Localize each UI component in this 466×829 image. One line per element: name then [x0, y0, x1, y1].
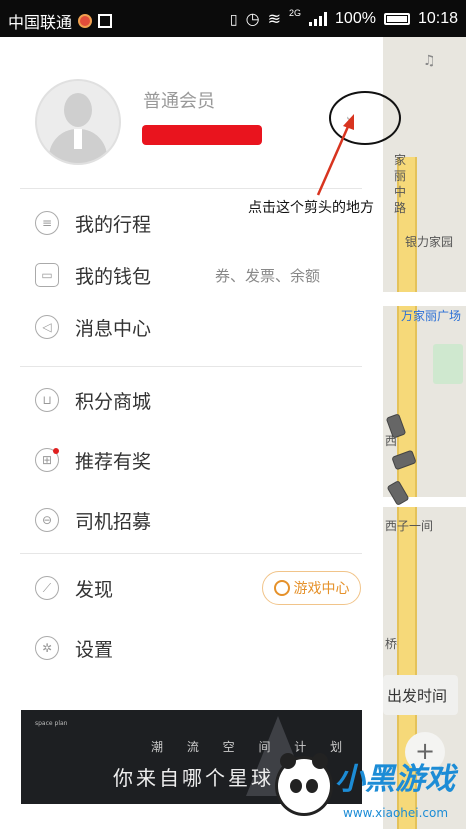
battery-icon [383, 13, 410, 25]
map-background[interactable]: ♫ 家丽中路 银力家园 万家丽广场 西 西子一间 桥 出发时间 + [383, 37, 466, 829]
wallet-extra: 券、发票、余额 [215, 266, 321, 285]
banner-title: 你来自哪个星球 [113, 766, 274, 790]
network-type: 2G [289, 8, 302, 18]
menu-item-label: 消息中心 [75, 317, 152, 340]
poi-label: 桥 [385, 637, 398, 651]
carrier-name: 中国联通 [8, 15, 73, 32]
poi-label: 万家丽广场 [401, 309, 462, 323]
menu-item-label: 推荐有奖 [75, 450, 152, 473]
poi-label: 银力家园 [405, 235, 454, 249]
notification-bell-icon[interactable]: ♫ [423, 53, 436, 69]
park-area [433, 344, 463, 384]
divider [20, 366, 362, 367]
road [383, 292, 466, 306]
redacted-username [142, 125, 262, 145]
menu-item-label: 发现 [75, 578, 114, 601]
status-bar: 中国联通 ▯ ◷ ≋ 2G 100% 10:18 [0, 0, 466, 37]
menu-item-points-mall[interactable]: ⊔ 积分商城 [20, 378, 362, 422]
clock-time: 10:18 [417, 10, 458, 27]
megaphone-icon: ◁ [35, 315, 59, 339]
banner-small-text: space plan [35, 720, 68, 727]
panda-logo-icon [275, 753, 333, 816]
watermark-title: 小黑游戏 [335, 762, 455, 797]
menu-item-label: 积分商城 [75, 390, 152, 413]
watermark: 小黑游戏 www.xiaohei.com [273, 748, 466, 829]
gift-icon: ⊞ [35, 448, 59, 472]
battery-percent: 100% [335, 10, 376, 27]
menu-item-settings[interactable]: ✲ 设置 [20, 626, 362, 670]
alarm-icon: ◷ [245, 11, 260, 28]
game-center-label: 游戏中心 [293, 581, 350, 597]
steering-wheel-icon: ⊖ [35, 508, 59, 532]
gear-icon: ✲ [35, 636, 59, 660]
departure-time-button[interactable]: 出发时间 [383, 675, 458, 715]
compass-icon: ⟋ [35, 576, 59, 600]
menu-item-label: 我的钱包 [75, 265, 152, 288]
wifi-icon: ≋ [267, 11, 282, 28]
watermark-url: www.xiaohei.com [343, 806, 449, 820]
image-notification-icon [98, 14, 113, 28]
cart-icon: ⊔ [35, 388, 59, 412]
menu-item-label: 司机招募 [75, 510, 152, 533]
menu-item-wallet[interactable]: ▭ 我的钱包 券、发票、余额 [20, 253, 362, 297]
list-icon: ≡ [35, 211, 59, 235]
member-level: 普通会员 [143, 91, 215, 112]
location-pin-icon [78, 14, 93, 28]
menu-item-driver-recruit[interactable]: ⊖ 司机招募 [20, 498, 362, 542]
game-icon [273, 580, 290, 596]
poi-label: 西子一间 [385, 519, 434, 533]
road-label: 家丽中路 [394, 153, 407, 215]
menu-item-label: 我的行程 [75, 213, 152, 236]
divider [20, 553, 362, 554]
annotation-text: 点击这个剪头的地方 [248, 200, 374, 216]
menu-item-label: 设置 [75, 638, 114, 661]
vibrate-icon: ▯ [229, 10, 238, 27]
avatar[interactable] [35, 79, 121, 165]
wallet-icon: ▭ [35, 263, 59, 287]
unread-dot [53, 448, 59, 454]
game-center-button[interactable]: 游戏中心 [262, 571, 361, 605]
annotation-arrow-icon [316, 114, 354, 196]
menu-item-messages[interactable]: ◁ 消息中心 [20, 305, 362, 349]
menu-item-referral[interactable]: ⊞ 推荐有奖 [20, 438, 362, 482]
signal-icon [309, 12, 328, 26]
